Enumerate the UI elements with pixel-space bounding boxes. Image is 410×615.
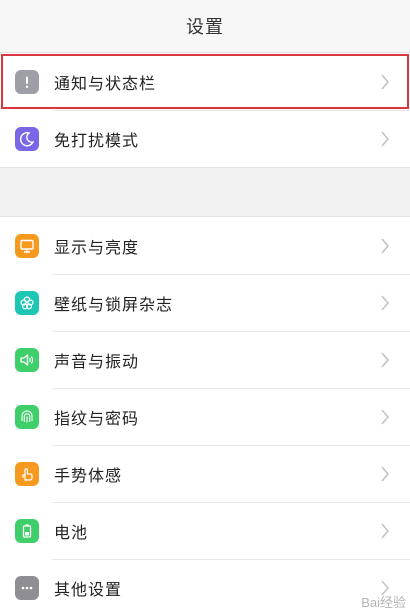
- chevron-right-icon: [374, 463, 396, 485]
- wallpaper-lockscreen-item[interactable]: 壁纸与锁屏杂志: [0, 274, 410, 331]
- group-divider: [0, 167, 410, 217]
- fingerprint-password-item[interactable]: 指纹与密码: [0, 388, 410, 445]
- notification-status-bar-label: 通知与状态栏: [54, 73, 157, 93]
- display-brightness-item[interactable]: 显示与亮度: [0, 217, 410, 274]
- moon-icon: [15, 126, 39, 151]
- battery-icon: [15, 518, 39, 543]
- display-icon: [15, 233, 39, 258]
- sound-vibration-label: 声音与振动: [54, 351, 140, 371]
- settings-screen: 设置 通知与状态栏 免打扰模式 显示与亮度 壁纸与锁屏杂志 声音与振动 指纹与密…: [0, 0, 410, 615]
- gesture-motion-label: 手势体感: [54, 465, 123, 485]
- notification-icon: [15, 69, 39, 94]
- chevron-right-icon: [374, 406, 396, 428]
- other-settings-item[interactable]: 其他设置: [0, 559, 410, 615]
- chevron-right-icon: [374, 128, 396, 150]
- more-icon: [15, 575, 39, 600]
- chevron-right-icon: [374, 520, 396, 542]
- do-not-disturb-item[interactable]: 免打扰模式: [0, 110, 410, 167]
- do-not-disturb-label: 免打扰模式: [54, 130, 140, 150]
- notification-status-bar-item[interactable]: 通知与状态栏: [0, 53, 410, 110]
- settings-group-2: 显示与亮度 壁纸与锁屏杂志 声音与振动 指纹与密码 手势体感 电池 其他设置: [0, 217, 410, 615]
- flower-icon: [15, 290, 39, 315]
- page-title: 设置: [186, 17, 224, 38]
- hand-icon: [15, 461, 39, 486]
- wallpaper-lockscreen-label: 壁纸与锁屏杂志: [54, 294, 174, 314]
- title-bar: 设置: [0, 0, 410, 53]
- chevron-right-icon: [374, 577, 396, 599]
- speaker-icon: [15, 347, 39, 372]
- chevron-right-icon: [374, 71, 396, 93]
- other-settings-label: 其他设置: [54, 579, 123, 599]
- settings-group-1: 通知与状态栏 免打扰模式: [0, 53, 410, 167]
- battery-item[interactable]: 电池: [0, 502, 410, 559]
- chevron-right-icon: [374, 349, 396, 371]
- fingerprint-password-label: 指纹与密码: [54, 408, 140, 428]
- gesture-motion-item[interactable]: 手势体感: [0, 445, 410, 502]
- chevron-right-icon: [374, 292, 396, 314]
- chevron-right-icon: [374, 235, 396, 257]
- display-brightness-label: 显示与亮度: [54, 237, 140, 257]
- fingerprint-icon: [15, 404, 39, 429]
- sound-vibration-item[interactable]: 声音与振动: [0, 331, 410, 388]
- battery-label: 电池: [54, 522, 89, 542]
